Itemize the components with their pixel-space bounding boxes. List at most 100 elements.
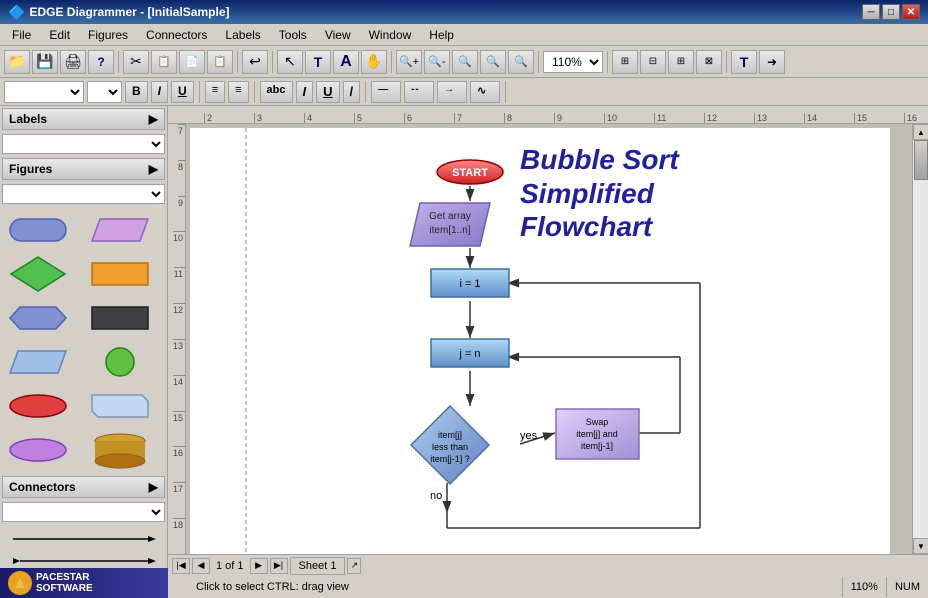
ruler-mark-7: 7: [454, 113, 504, 123]
slash-button[interactable]: /: [343, 81, 361, 103]
new-button[interactable]: 📁: [4, 50, 30, 74]
grid-btn4[interactable]: ⊠: [696, 50, 722, 74]
node-diamond[interactable]: item[j] less than item[j-1] ?: [408, 403, 492, 487]
nav-next-button[interactable]: ▶: [250, 558, 268, 574]
curve1-button[interactable]: ∿: [470, 81, 500, 103]
grid-btn1[interactable]: ⊞: [612, 50, 638, 74]
connectors-dropdown[interactable]: [2, 502, 165, 522]
menu-file[interactable]: File: [4, 26, 39, 44]
shape-rect-black[interactable]: [86, 298, 154, 338]
zoom-in-button[interactable]: 🔍+: [396, 50, 422, 74]
line1-button[interactable]: —: [371, 81, 401, 103]
scroll-up-button[interactable]: ▲: [913, 124, 928, 140]
line2-button[interactable]: - -: [404, 81, 434, 103]
menu-edit[interactable]: Edit: [41, 26, 78, 44]
connector-arrow1[interactable]: [4, 528, 163, 550]
menu-window[interactable]: Window: [361, 26, 420, 44]
ruler-v-17: 17: [173, 482, 185, 518]
menu-connectors[interactable]: Connectors: [138, 26, 215, 44]
bold-button[interactable]: B: [125, 81, 148, 103]
canvas-scroll[interactable]: Bubble SortSimplifiedFlowchart: [186, 124, 912, 554]
left-panel: Labels ▶ Figures ▶: [0, 106, 168, 576]
title-bar-controls[interactable]: ─ □ ✕: [862, 4, 920, 20]
menu-view[interactable]: View: [317, 26, 359, 44]
shape-ellipse-red[interactable]: [4, 386, 72, 426]
paste2-button[interactable]: 📋: [207, 50, 233, 74]
scroll-track[interactable]: [913, 140, 928, 538]
labels-arrow: ▶: [149, 112, 158, 126]
save-button[interactable]: 💾: [32, 50, 58, 74]
figures-section-header[interactable]: Figures ▶: [2, 158, 165, 180]
zoom-select[interactable]: 110% 100% 75% 50% 150%: [543, 51, 603, 73]
zoom-fit-button[interactable]: 🔍: [452, 50, 478, 74]
nav-first-button[interactable]: |◀: [172, 558, 190, 574]
label-no: no: [430, 490, 442, 502]
ruler-mark-14: 14: [804, 113, 854, 123]
node-i1[interactable]: i = 1: [430, 268, 510, 298]
align-left-button[interactable]: ≡: [205, 81, 225, 103]
select-tool[interactable]: ↖: [277, 50, 303, 74]
close-button[interactable]: ✕: [902, 4, 920, 20]
undo-button[interactable]: ↩: [242, 50, 268, 74]
scroll-down-button[interactable]: ▼: [913, 538, 928, 554]
node-start[interactable]: START: [435, 158, 505, 186]
hand-tool[interactable]: ✋: [361, 50, 387, 74]
shape-hexagon-blue[interactable]: [4, 298, 72, 338]
nav-prev-button[interactable]: ◀: [192, 558, 210, 574]
nav-last-button[interactable]: ▶|: [270, 558, 288, 574]
italic-button[interactable]: I: [151, 81, 168, 103]
shape-rect-light-blue[interactable]: [86, 386, 154, 426]
shape-diamond-green[interactable]: [4, 254, 72, 294]
zoom-fit3-button[interactable]: 🔍: [508, 50, 534, 74]
labels-dropdown[interactable]: [2, 134, 165, 154]
copy-button[interactable]: 📋: [151, 50, 177, 74]
sep7: [726, 51, 727, 73]
textU-button[interactable]: U: [316, 81, 339, 103]
label-yes: yes: [520, 430, 537, 442]
sheet-tab[interactable]: Sheet 1: [290, 557, 346, 575]
maximize-button[interactable]: □: [882, 4, 900, 20]
cut-button[interactable]: ✂: [123, 50, 149, 74]
labels-section-header[interactable]: Labels ▶: [2, 108, 165, 130]
text-tool[interactable]: T: [305, 50, 331, 74]
zoom-fit2-button[interactable]: 🔍: [480, 50, 506, 74]
node-swap[interactable]: Swap item[j] and item[j-1]: [555, 408, 640, 460]
nav-add-sheet[interactable]: ↗: [347, 558, 361, 574]
font-tool[interactable]: T: [731, 50, 757, 74]
align-center-button[interactable]: ≡: [228, 81, 248, 103]
abc-button[interactable]: abc: [260, 81, 293, 103]
minimize-button[interactable]: ─: [862, 4, 880, 20]
line3-button[interactable]: →: [437, 81, 467, 103]
font-name-select[interactable]: [4, 81, 84, 103]
grid-btn2[interactable]: ⊟: [640, 50, 666, 74]
font-size-select[interactable]: [87, 81, 122, 103]
shape-cylinder-gold[interactable]: [86, 430, 154, 470]
textI-button[interactable]: I: [296, 81, 314, 103]
node-getarray[interactable]: Get array item[1..n]: [408, 201, 492, 248]
shape-ellipse-purple[interactable]: [4, 430, 72, 470]
zoom-out-button[interactable]: 🔍-: [424, 50, 450, 74]
menu-labels[interactable]: Labels: [217, 26, 268, 44]
shape-circle-green[interactable]: [86, 342, 154, 382]
menu-help[interactable]: Help: [421, 26, 462, 44]
help-button[interactable]: ?: [88, 50, 114, 74]
menu-tools[interactable]: Tools: [271, 26, 315, 44]
menu-figures[interactable]: Figures: [80, 26, 136, 44]
paste-button[interactable]: 📄: [179, 50, 205, 74]
underline-button[interactable]: U: [171, 81, 194, 103]
grid-btn3[interactable]: ⊞: [668, 50, 694, 74]
sep3: [272, 51, 273, 73]
shape-parallelogram-blue[interactable]: [4, 342, 72, 382]
node-jn[interactable]: j = n: [430, 338, 510, 368]
arrow-tool[interactable]: ➜: [759, 50, 785, 74]
figures-dropdown[interactable]: [2, 184, 165, 204]
right-scrollbar[interactable]: ▲ ▼: [912, 124, 928, 554]
sep4: [391, 51, 392, 73]
ruler-mark-10: 10: [604, 113, 654, 123]
connectors-section-header[interactable]: Connectors ▶: [2, 476, 165, 498]
shape-rect-orange[interactable]: [86, 254, 154, 294]
shape-rounded-rect[interactable]: [4, 210, 72, 250]
bigtext-tool[interactable]: A: [333, 50, 359, 74]
shape-parallelogram-purple[interactable]: [86, 210, 154, 250]
print-button[interactable]: 🖨: [60, 50, 86, 74]
